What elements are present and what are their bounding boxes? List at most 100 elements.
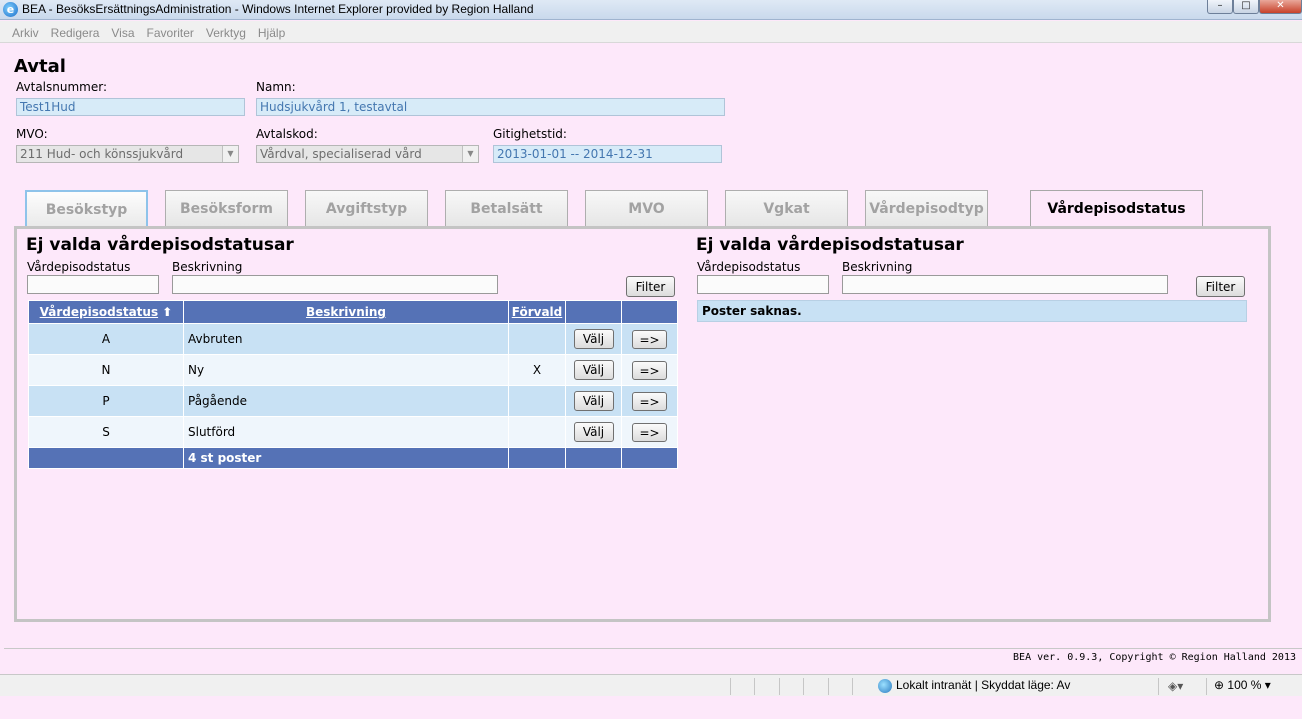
close-window-button[interactable]: ✕	[1259, 0, 1302, 14]
row-default	[508, 323, 566, 355]
footer-divider	[4, 648, 1302, 649]
menu-bar: Arkiv Redigera Visa Favoriter Verktyg Hjälp	[0, 21, 1302, 43]
row-code: A	[28, 323, 184, 355]
menu-verktyg[interactable]: Verktyg	[200, 21, 252, 40]
select-button[interactable]: Välj	[573, 391, 614, 411]
tab-vardepisodstatus[interactable]: Vårdepisodstatus	[1030, 190, 1203, 228]
maximize-button[interactable]: □	[1233, 0, 1259, 14]
security-zone-text: Lokalt intranät | Skyddat läge: Av	[896, 678, 1071, 692]
namn-label: Namn:	[256, 80, 296, 94]
status-separator	[730, 678, 731, 695]
table-row: S Slutförd Välj =>	[28, 416, 678, 448]
move-right-button[interactable]: =>	[632, 329, 667, 349]
namn-field[interactable]: Hudsjukvård 1, testavtal	[256, 98, 725, 116]
page-content: Avtal Avtalsnummer: Test1Hud Namn: Hudsj…	[0, 44, 1302, 674]
footer-empty-cell	[621, 447, 678, 469]
security-zone[interactable]: Lokalt intranät | Skyddat läge: Av	[878, 678, 1070, 693]
status-separator	[1158, 678, 1159, 695]
sort-status-link[interactable]: Vårdepisodstatus	[40, 305, 158, 319]
tab-vgkat[interactable]: Vgkat	[725, 190, 848, 226]
table-footer: 4 st poster	[28, 447, 678, 469]
menu-arkiv[interactable]: Arkiv	[0, 21, 45, 40]
column-header-move	[621, 300, 678, 324]
chevron-down-icon: ▼	[462, 146, 478, 162]
table-row: A Avbruten Välj =>	[28, 323, 678, 355]
zoom-icon: ⊕	[1214, 678, 1225, 692]
avtalskod-select-value: Vårdval, specialiserad vård	[260, 147, 422, 161]
menu-visa[interactable]: Visa	[105, 21, 140, 40]
column-header-default[interactable]: Förvald	[508, 300, 566, 324]
right-section-title: Ej valda vårdepisodstatusar	[696, 235, 964, 255]
mvo-label: MVO:	[16, 127, 48, 141]
sort-description-link[interactable]: Beskrivning	[306, 305, 386, 319]
status-separator	[754, 678, 755, 695]
copyright-text: BEA ver. 0.9.3, Copyright © Region Halla…	[1013, 652, 1296, 663]
menu-redigera[interactable]: Redigera	[45, 21, 106, 40]
status-separator	[1206, 678, 1207, 695]
row-description: Slutförd	[183, 416, 509, 448]
window-titlebar: e BEA - BesöksErsättningsAdministration …	[0, 0, 1302, 20]
mvo-select-value: 211 Hud- och könssjukvård	[20, 147, 184, 161]
intranet-globe-icon	[878, 678, 892, 693]
mvo-select[interactable]: 211 Hud- och könssjukvård ▼	[16, 145, 239, 163]
menu-hjalp[interactable]: Hjälp	[252, 21, 291, 40]
row-count: 4 st poster	[183, 447, 509, 469]
row-description: Pågående	[183, 385, 509, 417]
footer-empty-cell	[565, 447, 622, 469]
left-filter-button[interactable]: Filter	[626, 276, 675, 297]
select-button[interactable]: Välj	[573, 422, 614, 442]
zoom-control[interactable]: ⊕ 100 % ▾	[1214, 678, 1271, 692]
select-button[interactable]: Välj	[573, 360, 614, 380]
row-default: X	[508, 354, 566, 386]
status-separator	[828, 678, 829, 695]
empty-list-message: Poster saknas.	[697, 300, 1247, 322]
status-separator	[852, 678, 853, 695]
page-title: Avtal	[14, 56, 66, 77]
row-code: N	[28, 354, 184, 386]
row-description: Ny	[183, 354, 509, 386]
minimize-button[interactable]: –	[1207, 0, 1233, 14]
window-title: BEA - BesöksErsättningsAdministration - …	[22, 2, 534, 16]
status-separator	[779, 678, 780, 695]
left-section-title: Ej valda vårdepisodstatusar	[26, 235, 294, 255]
giltighetstid-label: Gitighetstid:	[493, 127, 567, 141]
move-right-button[interactable]: =>	[632, 422, 667, 442]
tab-vardepisodtyp[interactable]: Vårdepisodtyp	[865, 190, 988, 226]
avtalskod-select[interactable]: Vårdval, specialiserad vård ▼	[256, 145, 479, 163]
chevron-down-icon: ▾	[1264, 678, 1271, 692]
tab-besoksform[interactable]: Besöksform	[165, 190, 288, 226]
right-filter-status-input[interactable]	[697, 275, 829, 294]
left-filter-status-label: Vårdepisodstatus	[27, 260, 131, 274]
tab-besokstyp[interactable]: Besökstyp	[25, 190, 148, 226]
right-filter-status-label: Vårdepisodstatus	[697, 260, 801, 274]
avtalsnummer-label: Avtalsnummer:	[16, 80, 107, 94]
avtalsnummer-field[interactable]: Test1Hud	[16, 98, 245, 116]
giltighetstid-field[interactable]: 2013-01-01 -- 2014-12-31	[493, 145, 722, 163]
zoom-level: 100 %	[1227, 678, 1262, 692]
column-header-status[interactable]: Vårdepisodstatus ⬆	[28, 300, 184, 324]
chevron-down-icon: ▼	[222, 146, 238, 162]
table-row: N Ny X Välj =>	[28, 354, 678, 386]
table-row: P Pågående Välj =>	[28, 385, 678, 417]
left-filter-status-input[interactable]	[27, 275, 159, 294]
column-header-select	[565, 300, 622, 324]
bottom-strip	[0, 697, 1302, 719]
right-filter-button[interactable]: Filter	[1196, 276, 1245, 297]
browser-status-bar: Lokalt intranät | Skyddat läge: Av ◈▾ ⊕ …	[0, 674, 1302, 696]
tab-mvo[interactable]: MVO	[585, 190, 708, 226]
column-header-description[interactable]: Beskrivning	[183, 300, 509, 324]
menu-favoriter[interactable]: Favoriter	[141, 21, 200, 40]
sort-default-link[interactable]: Förvald	[512, 305, 563, 319]
right-filter-desc-input[interactable]	[842, 275, 1168, 294]
left-filter-desc-input[interactable]	[172, 275, 498, 294]
tab-avgiftstyp[interactable]: Avgiftstyp	[305, 190, 428, 226]
move-right-button[interactable]: =>	[632, 360, 667, 380]
select-button[interactable]: Välj	[573, 329, 614, 349]
move-right-button[interactable]: =>	[632, 391, 667, 411]
right-filter-desc-label: Beskrivning	[842, 260, 913, 274]
row-default	[508, 416, 566, 448]
footer-empty-cell	[508, 447, 566, 469]
protected-mode-icon[interactable]: ◈▾	[1168, 679, 1183, 693]
sort-ascending-icon: ⬆	[162, 305, 173, 319]
tab-betalsatt[interactable]: Betalsätt	[445, 190, 568, 226]
